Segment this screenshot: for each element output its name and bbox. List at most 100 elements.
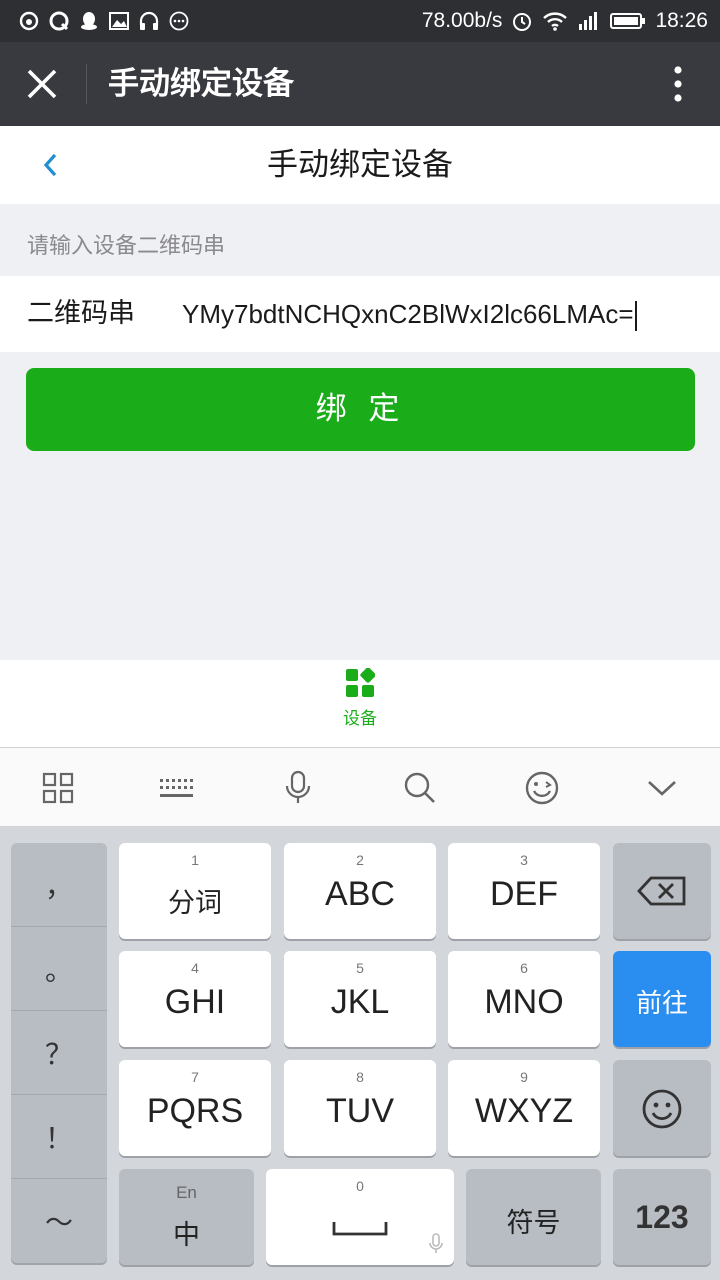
keyboard: ， 。 ？ ！ ～ 1 分词 2 ABC 3 DEF 4 GHI 5 JKL 6… — [0, 827, 720, 1280]
key-5-jkl[interactable]: 5 JKL — [284, 951, 436, 1047]
go-key-label: 前往 — [635, 988, 688, 1018]
key-1-segment[interactable]: 1 分词 — [119, 843, 271, 939]
qr-string-input[interactable]: YMy7bdtNCHQxnC2BlWxI2lc66LMAc= — [182, 276, 698, 352]
lang-main-label: 中 — [173, 1220, 200, 1251]
qq-icon — [81, 12, 97, 30]
kb-search-button[interactable] — [380, 748, 460, 828]
key-label: MNO — [484, 983, 564, 1021]
text-cursor — [634, 301, 637, 332]
close-button[interactable] — [12, 54, 72, 114]
key-number: 3 — [520, 852, 528, 868]
kb-voice-button[interactable] — [258, 748, 338, 828]
key-label: 分词 — [168, 888, 222, 918]
grid-icon — [42, 772, 74, 804]
signal-icon — [579, 12, 598, 30]
more-dots-icon — [169, 11, 189, 31]
chevron-left-icon — [43, 153, 57, 177]
punct-key-tilde[interactable]: ～ — [11, 1179, 107, 1263]
kb-layout-button[interactable] — [136, 748, 216, 828]
bottom-tab-bar: 设备 — [0, 660, 720, 747]
backspace-icon — [637, 876, 686, 906]
space-key[interactable]: 0 — [266, 1169, 454, 1265]
title-bar: 手动绑定设备 — [0, 42, 720, 126]
go-key[interactable]: 前往 — [613, 951, 711, 1047]
mic-small-icon — [429, 1233, 443, 1253]
weibo-icon — [19, 11, 39, 31]
key-number: 4 — [191, 960, 199, 976]
chevron-down-icon — [648, 781, 676, 796]
key-label: GHI — [164, 983, 226, 1021]
bind-button[interactable]: 绑 定 — [26, 368, 695, 451]
tab-device[interactable]: 设备 — [320, 668, 400, 742]
key-label: TUV — [326, 1092, 394, 1130]
key-2-abc[interactable]: 2 ABC — [284, 843, 436, 939]
key-4-ghi[interactable]: 4 GHI — [119, 951, 271, 1047]
punct-key-comma[interactable]: ， — [11, 843, 107, 927]
alarm-icon — [513, 13, 532, 31]
keyboard-toolbar — [0, 747, 720, 827]
qr-string-row: 二维码串 YMy7bdtNCHQxnC2BlWxI2lc66LMAc= — [0, 276, 720, 352]
number-mode-label: 123 — [635, 1199, 689, 1235]
smiley-icon — [642, 1089, 682, 1129]
more-vertical-icon — [674, 66, 682, 102]
key-label: WXYZ — [474, 1092, 574, 1130]
clock: 18:26 — [655, 9, 708, 32]
wifi-icon — [543, 12, 568, 31]
headset-icon — [139, 11, 159, 30]
qr-string-value: YMy7bdtNCHQxnC2BlWxI2lc66LMAc= — [182, 299, 634, 329]
key-number: 6 — [520, 960, 528, 976]
key-number: 2 — [356, 852, 364, 868]
punct-key-question[interactable]: ？ — [11, 1011, 107, 1095]
key-number: 0 — [356, 1178, 364, 1194]
microphone-icon — [285, 770, 311, 803]
back-button[interactable] — [26, 141, 74, 189]
symbol-key[interactable]: 符号 — [466, 1169, 601, 1265]
key-3-def[interactable]: 3 DEF — [448, 843, 600, 939]
page-header: 手动绑定设备 — [0, 126, 720, 204]
emoji-icon — [525, 771, 559, 805]
punct-key-exclaim[interactable]: ！ — [11, 1095, 107, 1179]
notification-icons — [18, 0, 190, 42]
key-9-wxyz[interactable]: 9 WXYZ — [448, 1060, 600, 1156]
key-8-tuv[interactable]: 8 TUV — [284, 1060, 436, 1156]
close-icon — [27, 69, 57, 99]
backspace-key[interactable] — [613, 843, 711, 939]
symbol-key-label: 符号 — [506, 1208, 561, 1238]
battery-icon — [610, 13, 646, 29]
key-number: 5 — [356, 960, 364, 976]
key-label: PQRS — [146, 1092, 244, 1130]
tab-device-label: 设备 — [343, 709, 377, 729]
emoji-key[interactable] — [613, 1060, 711, 1156]
kb-hide-button[interactable] — [622, 748, 702, 828]
key-number: 8 — [356, 1069, 364, 1085]
lang-sub-label: En — [176, 1183, 197, 1202]
space-bar-icon — [332, 1222, 388, 1236]
keyboard-icon — [160, 779, 193, 797]
page-title: 手动绑定设备 — [267, 147, 453, 183]
status-bar: 78.00b/s 18:26 — [0, 0, 720, 42]
more-menu-button[interactable] — [658, 60, 698, 108]
key-number: 1 — [191, 852, 199, 868]
kb-menu-button[interactable] — [18, 748, 98, 828]
window-title: 手动绑定设备 — [108, 66, 294, 102]
punctuation-column: ， 。 ？ ！ ～ — [11, 843, 107, 1263]
punct-key-period[interactable]: 。 — [11, 927, 107, 1011]
key-number: 9 — [520, 1069, 528, 1085]
search-icon — [404, 772, 435, 803]
gallery-icon — [109, 12, 129, 30]
net-speed: 78.00b/s — [421, 9, 503, 32]
number-mode-key[interactable]: 123 — [613, 1169, 711, 1265]
qq-browser-icon — [49, 11, 69, 31]
section-label: 请输入设备二维码串 — [27, 234, 226, 259]
device-grid-icon — [346, 668, 375, 697]
title-divider — [86, 64, 87, 104]
key-label: JKL — [330, 983, 390, 1021]
key-number: 7 — [191, 1069, 199, 1085]
qr-string-label: 二维码串 — [27, 298, 135, 329]
key-label: DEF — [490, 875, 558, 913]
language-switch-key[interactable]: En 中 — [119, 1169, 254, 1265]
key-6-mno[interactable]: 6 MNO — [448, 951, 600, 1047]
key-7-pqrs[interactable]: 7 PQRS — [119, 1060, 271, 1156]
kb-emoji-button[interactable] — [502, 748, 582, 828]
key-label: ABC — [325, 875, 395, 913]
